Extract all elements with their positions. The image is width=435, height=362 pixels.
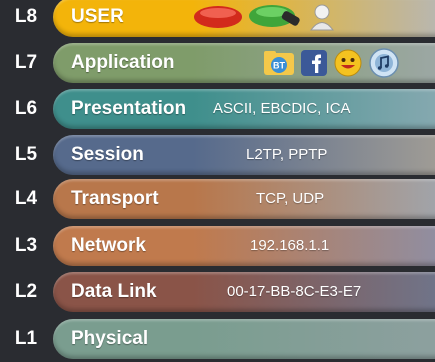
layer-protocols: TCP, UDP [256,190,325,207]
user-avatar-icon [310,4,334,31]
red-button-icon [194,6,242,28]
user-icons [193,0,340,37]
layer-name: Presentation [71,98,187,119]
layer-band: Network 192.168.1.1 [53,226,435,266]
layer-row-l7: L7 Application BT [0,40,435,86]
layer-number: L7 [14,52,38,73]
layer-band: Application BT [53,43,435,83]
layer-number: L5 [14,144,38,165]
osi-layers-diagram: L8 USER L7 Application BT L6 Presentatio… [0,0,435,359]
layer-number: L8 [14,6,38,27]
layer-band: Transport TCP, UDP [53,179,435,219]
layer-number: L2 [14,281,38,302]
layer-band: Data Link 00-17-BB-8C-E3-E7 [53,272,435,312]
svg-text:BT: BT [273,61,285,71]
layer-row-l3: L3 Network 192.168.1.1 [0,223,435,269]
layer-row-l4: L4 Transport TCP, UDP [0,176,435,222]
facebook-icon [301,50,327,76]
layer-name: Network [71,235,146,256]
layer-number: L4 [14,188,38,209]
layer-protocols: 192.168.1.1 [250,237,330,254]
layer-number: L1 [14,328,38,349]
layer-band: Session L2TP, PPTP [53,135,435,175]
itunes-icon [369,48,399,78]
layer-name: Application [71,52,175,73]
layer-row-l8: L8 USER [0,0,435,40]
layer-name: Transport [71,188,159,209]
layer-row-l5: L5 Session L2TP, PPTP [0,132,435,178]
layer-band: Physical [53,319,435,359]
yahoo-messenger-icon [334,49,362,77]
layer-row-l2: L2 Data Link 00-17-BB-8C-E3-E7 [0,269,435,315]
application-icons: BT [263,43,405,83]
layer-protocols: ASCII, EBCDIC, ICA [213,100,351,117]
layer-name: Physical [71,328,149,349]
green-toggle-icon [249,5,300,27]
layer-number: L3 [14,235,38,256]
layer-band: Presentation ASCII, EBCDIC, ICA [53,89,435,129]
layer-protocols: 00-17-BB-8C-E3-E7 [227,283,362,300]
layer-row-l6: L6 Presentation ASCII, EBCDIC, ICA [0,86,435,132]
layer-number: L6 [14,98,38,119]
layer-row-l1: L1 Physical [0,316,435,362]
layer-name: Session [71,144,144,165]
layer-band: USER [53,0,435,37]
layer-name: Data Link [71,281,157,302]
bittorrent-icon: BT [264,51,294,75]
layer-protocols: L2TP, PPTP [246,146,328,163]
layer-name: USER [71,6,124,27]
